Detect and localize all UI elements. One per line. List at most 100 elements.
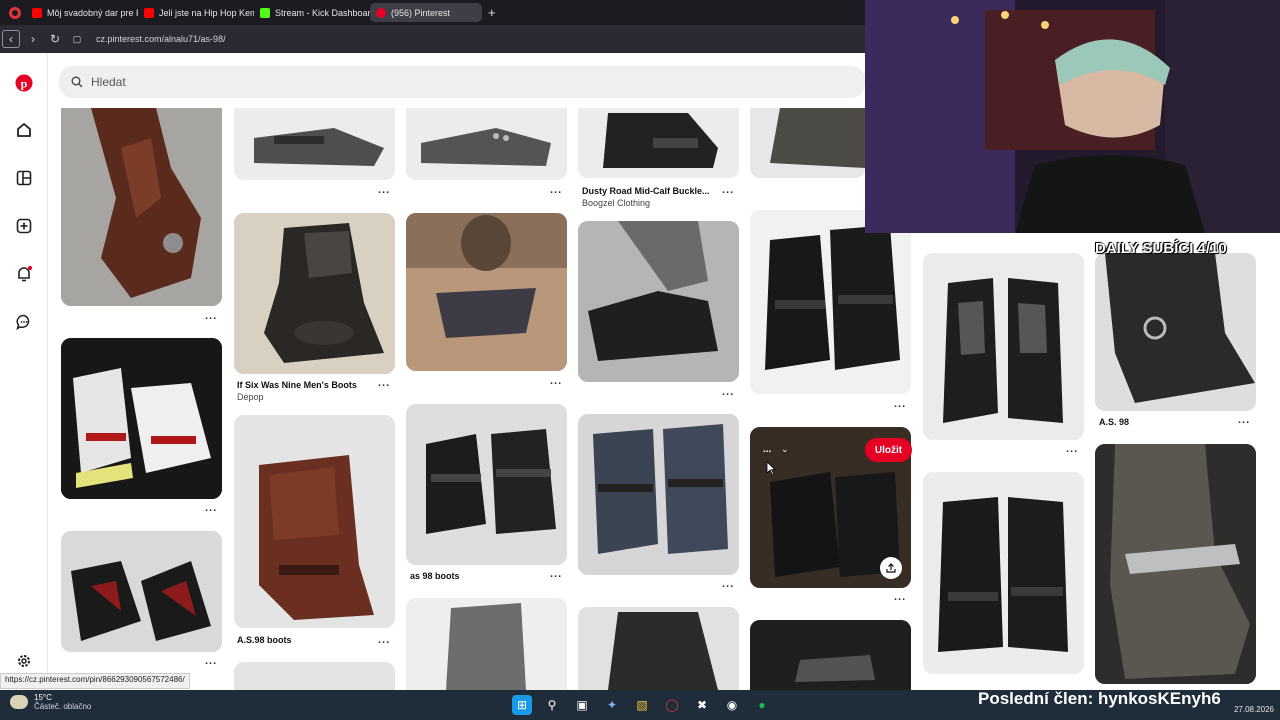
tab-label: (956) Pinterest xyxy=(391,7,451,18)
windows-start-icon[interactable]: ⊞ xyxy=(512,695,532,715)
tab-label: Stream - Kick Dashboard xyxy=(275,7,370,18)
tab-youtube-2[interactable]: Jeli jste na Hip Hop Kemp... xyxy=(138,3,254,22)
pin-image-tattoo[interactable] xyxy=(406,213,567,371)
save-button[interactable]: Uložit xyxy=(865,438,912,462)
pin-hover-menu-button[interactable]: ... xyxy=(763,444,771,455)
streamer-webcam xyxy=(865,0,1280,233)
url-field[interactable]: cz.pinterest.com/alnalu71/as-98/ xyxy=(96,34,226,44)
task-view-icon[interactable]: ▣ xyxy=(572,695,592,715)
home-icon[interactable] xyxy=(14,120,34,140)
weather-description: Částeč. oblačno xyxy=(34,702,92,711)
pin-image-if-six-was-nine-boots[interactable] xyxy=(234,213,395,374)
explore-icon[interactable] xyxy=(14,168,34,188)
pin-more-button[interactable]: ... xyxy=(205,502,217,514)
search-icon[interactable]: ⚲ xyxy=(542,695,562,715)
file-explorer-icon[interactable]: ▧ xyxy=(632,695,652,715)
new-tab-button[interactable]: + xyxy=(488,5,496,20)
youtube-icon xyxy=(144,7,154,18)
kick-icon xyxy=(260,7,270,18)
forward-button[interactable]: › xyxy=(24,30,42,48)
share-icon[interactable] xyxy=(880,557,902,579)
lock-icon: ▢ xyxy=(72,33,82,44)
youtube-icon xyxy=(32,7,42,18)
pinterest-logo-icon[interactable]: p xyxy=(14,73,34,93)
tab-label: Môj svadobný dar pre Fil... xyxy=(47,7,138,18)
pin-more-button[interactable]: ... xyxy=(378,184,390,196)
pinterest-sidebar: p xyxy=(0,53,48,690)
chevron-down-icon[interactable]: ⌄ xyxy=(781,444,789,455)
pin-more-button[interactable]: ... xyxy=(205,310,217,322)
pin-more-button[interactable]: ... xyxy=(550,184,562,196)
copilot-icon[interactable]: ✦ xyxy=(602,695,622,715)
pin-image-reebok-sneakers[interactable] xyxy=(61,338,222,499)
pin-image-black-engineer-boots[interactable] xyxy=(750,210,911,394)
pin-more-button[interactable]: ... xyxy=(722,184,734,196)
search-icon xyxy=(71,76,83,88)
spotify-icon[interactable]: ● xyxy=(752,695,772,715)
weather-widget[interactable]: 15°C Částeč. oblačno xyxy=(10,693,91,711)
create-icon[interactable] xyxy=(14,216,34,236)
obs-icon[interactable]: ◉ xyxy=(722,695,742,715)
pin-image-brown-suede-boot[interactable] xyxy=(234,415,395,628)
pin-more-button[interactable]: ... xyxy=(378,377,390,389)
pin-title[interactable]: A.S.98 boots xyxy=(237,635,292,645)
back-button[interactable]: ‹ xyxy=(2,30,20,48)
pin-image-harness-boot[interactable] xyxy=(1095,444,1256,684)
pin-image-dusty-road-boot[interactable] xyxy=(578,108,739,178)
pin-source[interactable]: Depop xyxy=(237,392,264,402)
tab-kick[interactable]: Stream - Kick Dashboard xyxy=(254,3,370,22)
pin-image-blue-worn-boots[interactable] xyxy=(578,414,739,575)
pin-more-button[interactable]: ... xyxy=(1066,443,1078,455)
pin-title[interactable]: If Six Was Nine Men's Boots xyxy=(237,380,357,390)
pin-image-partial-col5[interactable] xyxy=(750,108,865,178)
reload-icon[interactable]: ↻ xyxy=(46,30,64,48)
pin-more-button[interactable]: ... xyxy=(550,568,562,580)
pin-title[interactable]: as 98 boots xyxy=(410,571,460,581)
pin-title[interactable]: A.S. 98 xyxy=(1099,417,1129,427)
pin-image-chain-boot[interactable] xyxy=(750,620,911,690)
pin-more-button[interactable]: ... xyxy=(378,634,390,646)
pin-more-button[interactable]: ... xyxy=(1238,414,1250,426)
pin-more-button[interactable]: ... xyxy=(894,591,906,603)
opera-logo-icon[interactable] xyxy=(4,2,26,24)
opera-icon[interactable]: ◯ xyxy=(662,695,682,715)
pinterest-icon xyxy=(376,7,386,18)
pin-image-cowboy-boots-red[interactable] xyxy=(61,531,222,652)
tab-pinterest[interactable]: (956) Pinterest xyxy=(370,3,482,22)
messages-icon[interactable] xyxy=(14,312,34,332)
pin-image-studded-boot[interactable] xyxy=(406,108,567,180)
pin-image-as98-black-boots[interactable] xyxy=(406,404,567,565)
weather-temperature: 15°C xyxy=(34,693,52,702)
settings-gear-icon[interactable] xyxy=(14,651,34,671)
pin-image-cowboy-boots-black[interactable] xyxy=(923,253,1084,440)
pin-image-as98-ring-boot[interactable] xyxy=(1095,253,1256,411)
tab-youtube-1[interactable]: Môj svadobný dar pre Fil... xyxy=(26,3,138,22)
search-bar[interactable] xyxy=(59,66,865,98)
system-tray: 27.08.2026 xyxy=(1234,693,1274,714)
weather-cloud-icon xyxy=(10,695,28,709)
link-status-url: https://cz.pinterest.com/pin/86629309056… xyxy=(0,673,190,689)
pin-image-slouch-boots-white[interactable] xyxy=(923,472,1084,674)
pin-image-grey-boot[interactable] xyxy=(234,108,395,180)
pin-image-partial[interactable] xyxy=(234,662,395,690)
pin-more-button[interactable]: ... xyxy=(722,386,734,398)
pin-more-button[interactable]: ... xyxy=(550,375,562,387)
taskbar-apps: ⊞ ⚲ ▣ ✦ ▧ ◯ ✖ ◉ ● xyxy=(512,695,772,715)
taskbar-date[interactable]: 27.08.2026 xyxy=(1234,705,1274,714)
xbox-icon[interactable]: ✖ xyxy=(692,695,712,715)
pin-title[interactable]: Dusty Road Mid-Calf Buckle... xyxy=(582,186,710,196)
pin-image-grey-slouch-boot[interactable] xyxy=(406,598,567,690)
mouse-cursor-icon xyxy=(766,461,777,482)
pin-image-black-slouch-boot[interactable] xyxy=(578,607,739,690)
pin-more-button[interactable]: ... xyxy=(205,655,217,667)
pin-source[interactable]: Boogzel Clothing xyxy=(582,198,650,208)
pin-image-boot-on-foot[interactable] xyxy=(578,221,739,382)
stream-subs-goal: DAILY SUBÍCI 4/10 xyxy=(1095,240,1227,257)
stream-last-member: Poslední člen: hynkosKEnyh6 xyxy=(978,689,1221,708)
notifications-bell-icon[interactable] xyxy=(14,264,34,284)
pin-more-button[interactable]: ... xyxy=(722,578,734,590)
search-input[interactable] xyxy=(91,75,491,89)
tab-label: Jeli jste na Hip Hop Kemp... xyxy=(159,7,254,18)
pin-more-button[interactable]: ... xyxy=(894,398,906,410)
pin-image-cowboy-boot-brown[interactable] xyxy=(61,108,222,306)
